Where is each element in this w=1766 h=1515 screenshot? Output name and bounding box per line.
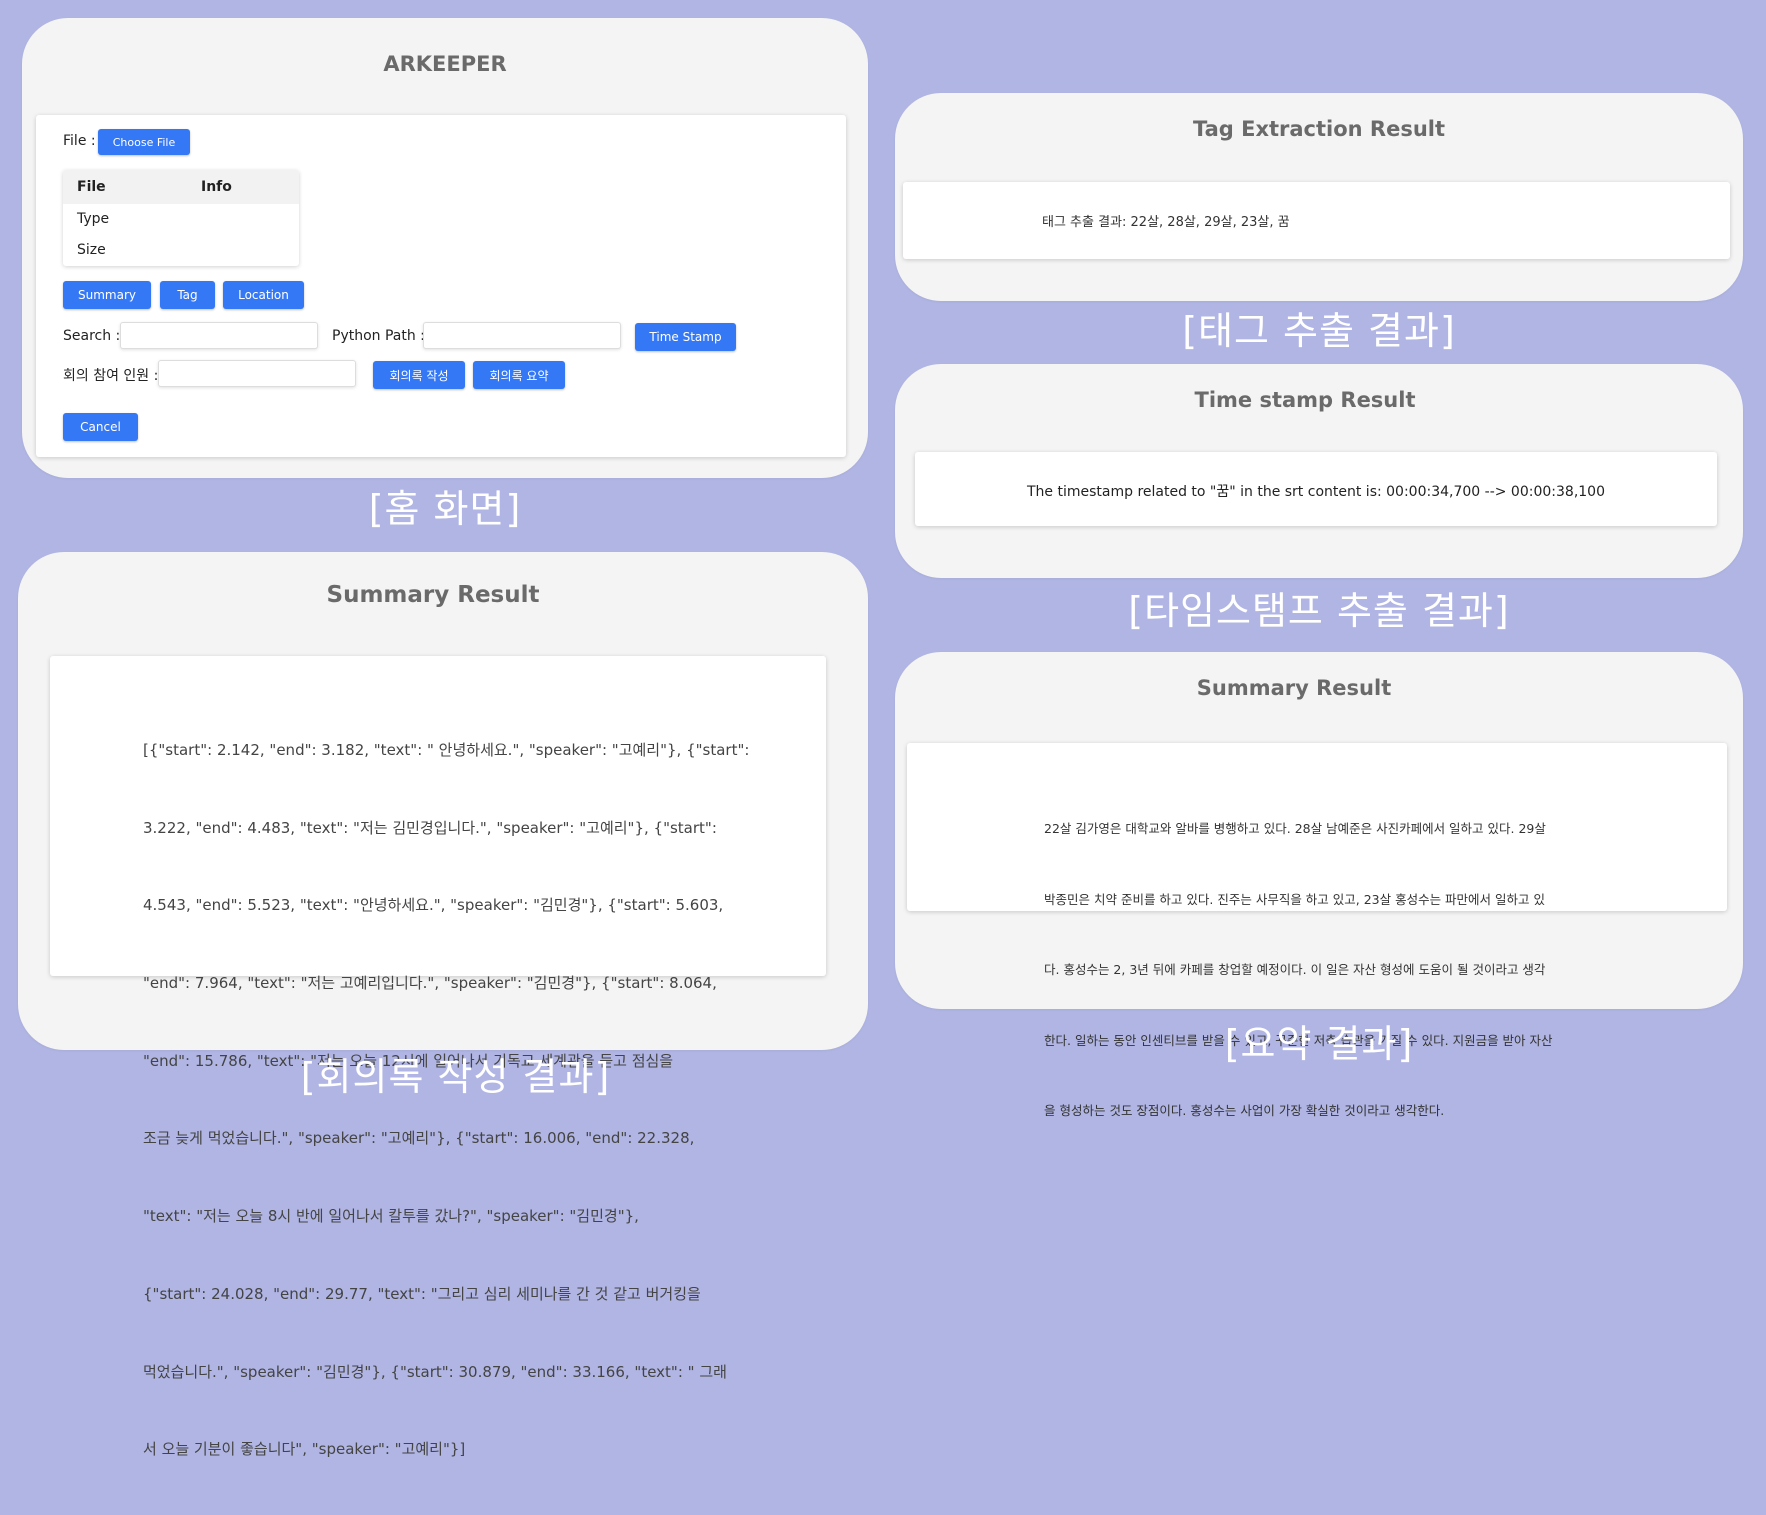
summary-panel-title: Summary Result — [1196, 676, 1392, 700]
home-form-card: File : Choose File File Info Type Size S… — [36, 115, 846, 457]
summarize-minutes-button[interactable]: 회의록 요약 — [473, 361, 565, 389]
result-line: 4.543, "end": 5.523, "text": "안녕하세요.", "… — [143, 896, 724, 915]
tag-button[interactable]: Tag — [160, 281, 215, 309]
cancel-button[interactable]: Cancel — [63, 413, 138, 441]
minutes-result-card: [{"start": 2.142, "end": 3.182, "text": … — [50, 656, 826, 1458]
tag-result-card: 태그 추출 결과: 22살, 28살, 29살, 23살, 꿈 — [903, 182, 1730, 259]
search-input[interactable] — [120, 322, 318, 349]
result-line: 다. 홍성수는 2, 3년 뒤에 카페를 창업할 예정이다. 이 일은 자산 형… — [1044, 962, 1546, 977]
result-line: 박종민은 치약 준비를 하고 있다. 진주는 사무직을 하고 있고, 23살 홍… — [1044, 891, 1546, 907]
result-line: "text": "저는 오늘 8시 반에 일어나서 칼투를 갔나?", "spe… — [143, 1207, 639, 1226]
location-button[interactable]: Location — [223, 281, 304, 309]
timestamp-caption: [타임스탬프 추출 결과] — [1128, 589, 1510, 633]
result-line: [{"start": 2.142, "end": 3.182, "text": … — [143, 740, 750, 759]
result-line: 먹었습니다.", "speaker": "김민경"}, {"start": 30… — [143, 1362, 727, 1381]
file-info-table: File Info Type Size — [63, 170, 299, 266]
table-header-file: File — [77, 179, 106, 195]
python-path-label: Python Path : — [332, 328, 425, 344]
table-row-type: Type — [77, 211, 110, 227]
result-line: 서 오늘 기분이 좋습니다", "speaker": "고예리"}] — [143, 1440, 466, 1459]
result-line: 을 형성하는 것도 장점이다. 홍성수는 사업이 가장 확실한 것이라고 생각한… — [1044, 1103, 1445, 1118]
time-stamp-button[interactable]: Time Stamp — [635, 323, 736, 351]
timestamp-result-card: The timestamp related to "꿈" in the srt … — [915, 452, 1717, 526]
result-line: 3.222, "end": 4.483, "text": "저는 김민경입니다.… — [143, 818, 717, 837]
summary-result-text: 22살 김가영은 대학교와 알바를 병행하고 있다. 28살 남예준은 사진카페… — [1044, 770, 1553, 1170]
summary-caption: [요약 결과] — [1224, 1022, 1414, 1066]
python-path-input[interactable] — [423, 322, 621, 349]
write-minutes-button[interactable]: 회의록 작성 — [373, 361, 465, 389]
result-line: 조금 늦게 먹었습니다.", "speaker": "고예리"}, {"star… — [143, 1129, 695, 1148]
tag-panel-title: Tag Extraction Result — [1192, 117, 1446, 141]
result-line: 22살 김가영은 대학교와 알바를 병행하고 있다. 28살 남예준은 사진카페… — [1044, 821, 1546, 836]
home-caption: [홈 화면] — [368, 487, 522, 531]
table-row-size: Size — [77, 242, 106, 258]
table-header-info: Info — [201, 179, 232, 195]
result-line: "end": 7.964, "text": "저는 고예리입니다.", "spe… — [143, 973, 717, 992]
timestamp-panel-title: Time stamp Result — [1194, 388, 1416, 412]
choose-file-button[interactable]: Choose File — [98, 129, 190, 155]
app-title: ARKEEPER — [383, 52, 507, 76]
table-header: File Info — [63, 170, 299, 204]
timestamp-result-text: The timestamp related to "꿈" in the srt … — [1026, 484, 1605, 500]
tag-result-text: 태그 추출 결과: 22살, 28살, 29살, 23살, 꿈 — [1042, 215, 1290, 230]
minutes-panel-title: Summary Result — [326, 582, 540, 608]
summary-result-card: 22살 김가영은 대학교와 알바를 병행하고 있다. 28살 남예준은 사진카페… — [907, 743, 1727, 1118]
minutes-caption: [회의록 작성 결과] — [300, 1055, 611, 1099]
summary-button[interactable]: Summary — [63, 281, 151, 309]
tag-caption: [태그 추출 결과] — [1182, 309, 1456, 353]
file-label: File : — [63, 133, 96, 149]
participants-input[interactable] — [158, 360, 356, 387]
result-line: {"start": 24.028, "end": 29.77, "text": … — [143, 1284, 701, 1303]
search-label: Search : — [63, 328, 121, 344]
participants-label: 회의 참여 인원 : — [63, 368, 159, 384]
